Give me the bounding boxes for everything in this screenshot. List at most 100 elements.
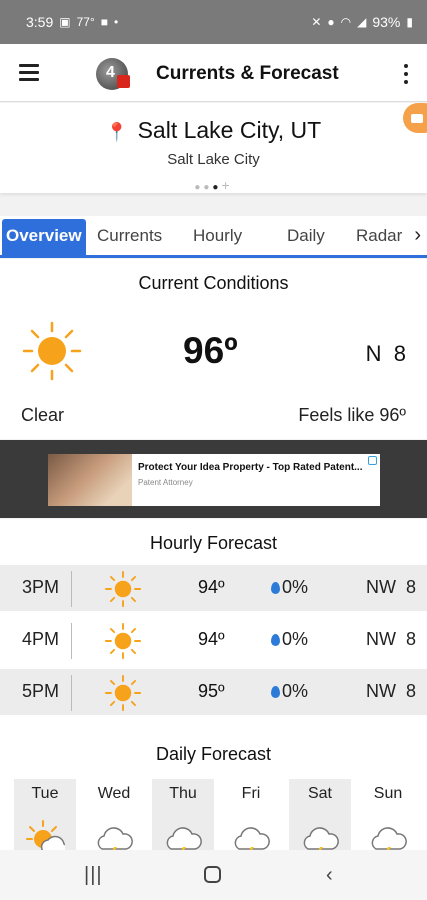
recent-apps-icon[interactable]: |||: [84, 864, 103, 887]
sun-icon: [104, 570, 142, 608]
day-name: Tue: [31, 785, 59, 802]
day-column[interactable]: Sat: [289, 779, 351, 850]
video-camera-icon: [411, 113, 423, 123]
hour-temp: 95º: [198, 681, 225, 701]
add-location-icon[interactable]: +: [221, 177, 232, 193]
tab-hourly[interactable]: Hourly: [193, 226, 242, 246]
current-temperature: 96º: [183, 330, 238, 371]
day-name: Wed: [97, 785, 131, 802]
page-indicator[interactable]: ●●●+: [0, 177, 427, 193]
hour-precip: 0%: [282, 681, 309, 701]
signal-icon: ◢: [357, 15, 367, 29]
status-bar: 3:59 ▣ 77° ■ • ✕ ● ◠ ◢ 93% ▮: [0, 0, 427, 44]
hour-time: 3PM: [22, 577, 60, 597]
battery-percent: 93%: [372, 14, 401, 30]
divider: [71, 571, 72, 607]
tab-currents[interactable]: Currents: [97, 226, 162, 246]
divider: [71, 675, 72, 711]
day-column[interactable]: Thu: [152, 779, 214, 850]
image-icon: ▣: [59, 15, 71, 29]
day-name: Thu: [169, 785, 197, 802]
mute-icon: ✕: [311, 15, 322, 29]
daily-forecast-card: Daily Forecast Tue Wed Thu Fri Sat Sun: [0, 729, 427, 850]
hour-temp: 94º: [198, 629, 225, 649]
section-title: Daily Forecast: [155, 744, 272, 764]
menu-icon-bar: [19, 71, 39, 74]
menu-icon-bar: [19, 78, 39, 81]
status-dot: •: [114, 15, 119, 29]
current-conditions-card: Current Conditions 96º N 8 Clear Feels l…: [0, 259, 427, 439]
feels-like: Feels like 96º: [298, 405, 406, 425]
day-column[interactable]: Sun: [357, 779, 419, 850]
day-column[interactable]: Wed: [83, 779, 145, 850]
partly-cloudy-icon: [26, 820, 65, 850]
ad-image: [48, 454, 132, 506]
hour-precip: 0%: [282, 577, 309, 597]
current-condition: Clear: [21, 405, 65, 425]
app-title: Currents & Forecast: [156, 63, 339, 84]
ad-banner-band: Protect Your Idea Property - Top Rated P…: [0, 440, 427, 518]
location-icon: ●: [327, 15, 335, 29]
day-name: Sat: [307, 785, 332, 802]
hour-wind: NW 8: [365, 629, 416, 649]
hourly-row[interactable]: 3PM 94º 0% NW 8: [0, 565, 427, 611]
day-name: Sun: [373, 785, 403, 802]
battery-icon: ▮: [406, 15, 413, 29]
day-column[interactable]: Fri: [220, 779, 282, 850]
tab-radar[interactable]: Radar: [356, 226, 402, 246]
thunderstorm-icon: [234, 827, 270, 850]
back-icon[interactable]: ‹: [326, 864, 333, 887]
tab-bar: Overview Currents Hourly Daily Radar ›: [0, 216, 427, 258]
adchoices-icon[interactable]: [368, 456, 377, 465]
hour-time: 5PM: [22, 681, 60, 701]
hour-time: 4PM: [22, 629, 60, 649]
hourly-row[interactable]: 5PM 95º 0% NW 8: [0, 669, 427, 715]
hour-wind: NW 8: [365, 681, 416, 701]
overflow-dot: [404, 64, 408, 68]
video-icon: ■: [100, 15, 108, 29]
hourly-forecast-card: Hourly Forecast 3PM 94º 0% NW 8 4PM 94º …: [0, 519, 427, 729]
ad-headline: Protect Your Idea Property - Top Rated P…: [138, 462, 363, 473]
ad-subtitle: Patent Attorney: [138, 478, 193, 487]
day-column[interactable]: Tue: [14, 779, 76, 850]
status-temp: 77°: [76, 15, 95, 29]
location-subtitle: Salt Lake City: [167, 151, 260, 168]
menu-icon-bar: [19, 64, 39, 67]
divider: [71, 623, 72, 659]
overflow-menu-button[interactable]: [403, 64, 409, 84]
location-header: 📍 Salt Lake City, UT Salt Lake City ●●●+: [0, 103, 427, 193]
overflow-dot: [404, 72, 408, 76]
sun-icon: [22, 321, 82, 381]
current-wind: N 8: [365, 341, 406, 366]
map-pin-icon: 📍: [105, 122, 129, 142]
tab-daily[interactable]: Daily: [287, 226, 325, 246]
chevron-right-icon[interactable]: ›: [414, 224, 421, 247]
wifi-icon: ◠: [340, 15, 352, 29]
ad-banner[interactable]: Protect Your Idea Property - Top Rated P…: [48, 454, 380, 506]
thunderstorm-icon: [166, 827, 202, 850]
section-title: Hourly Forecast: [149, 533, 278, 553]
raindrop-icon: [271, 686, 280, 698]
location-row[interactable]: 📍 Salt Lake City, UT: [0, 117, 427, 144]
section-title: Current Conditions: [138, 273, 289, 293]
app-bar: 4 Currents & Forecast: [0, 44, 427, 102]
tab-overview[interactable]: Overview: [2, 219, 86, 255]
overflow-dot: [404, 80, 408, 84]
system-nav-bar: ||| ‹: [0, 850, 427, 900]
logo-glyph: 4: [106, 64, 115, 81]
hour-wind: NW 8: [365, 577, 416, 597]
status-time: 3:59: [26, 14, 54, 30]
raindrop-icon: [271, 634, 280, 646]
hour-temp: 94º: [198, 577, 225, 597]
sun-icon: [104, 622, 142, 660]
sun-icon: [104, 674, 142, 712]
home-icon[interactable]: [204, 866, 221, 883]
camera-button[interactable]: [403, 103, 427, 133]
day-name: Fri: [241, 785, 261, 802]
thunderstorm-icon: [371, 827, 407, 850]
location-name: Salt Lake City, UT: [137, 117, 322, 143]
hour-precip: 0%: [282, 629, 309, 649]
hourly-row[interactable]: 4PM 94º 0% NW 8: [0, 617, 427, 663]
station-logo: 4: [96, 58, 130, 90]
menu-button[interactable]: [19, 64, 39, 82]
